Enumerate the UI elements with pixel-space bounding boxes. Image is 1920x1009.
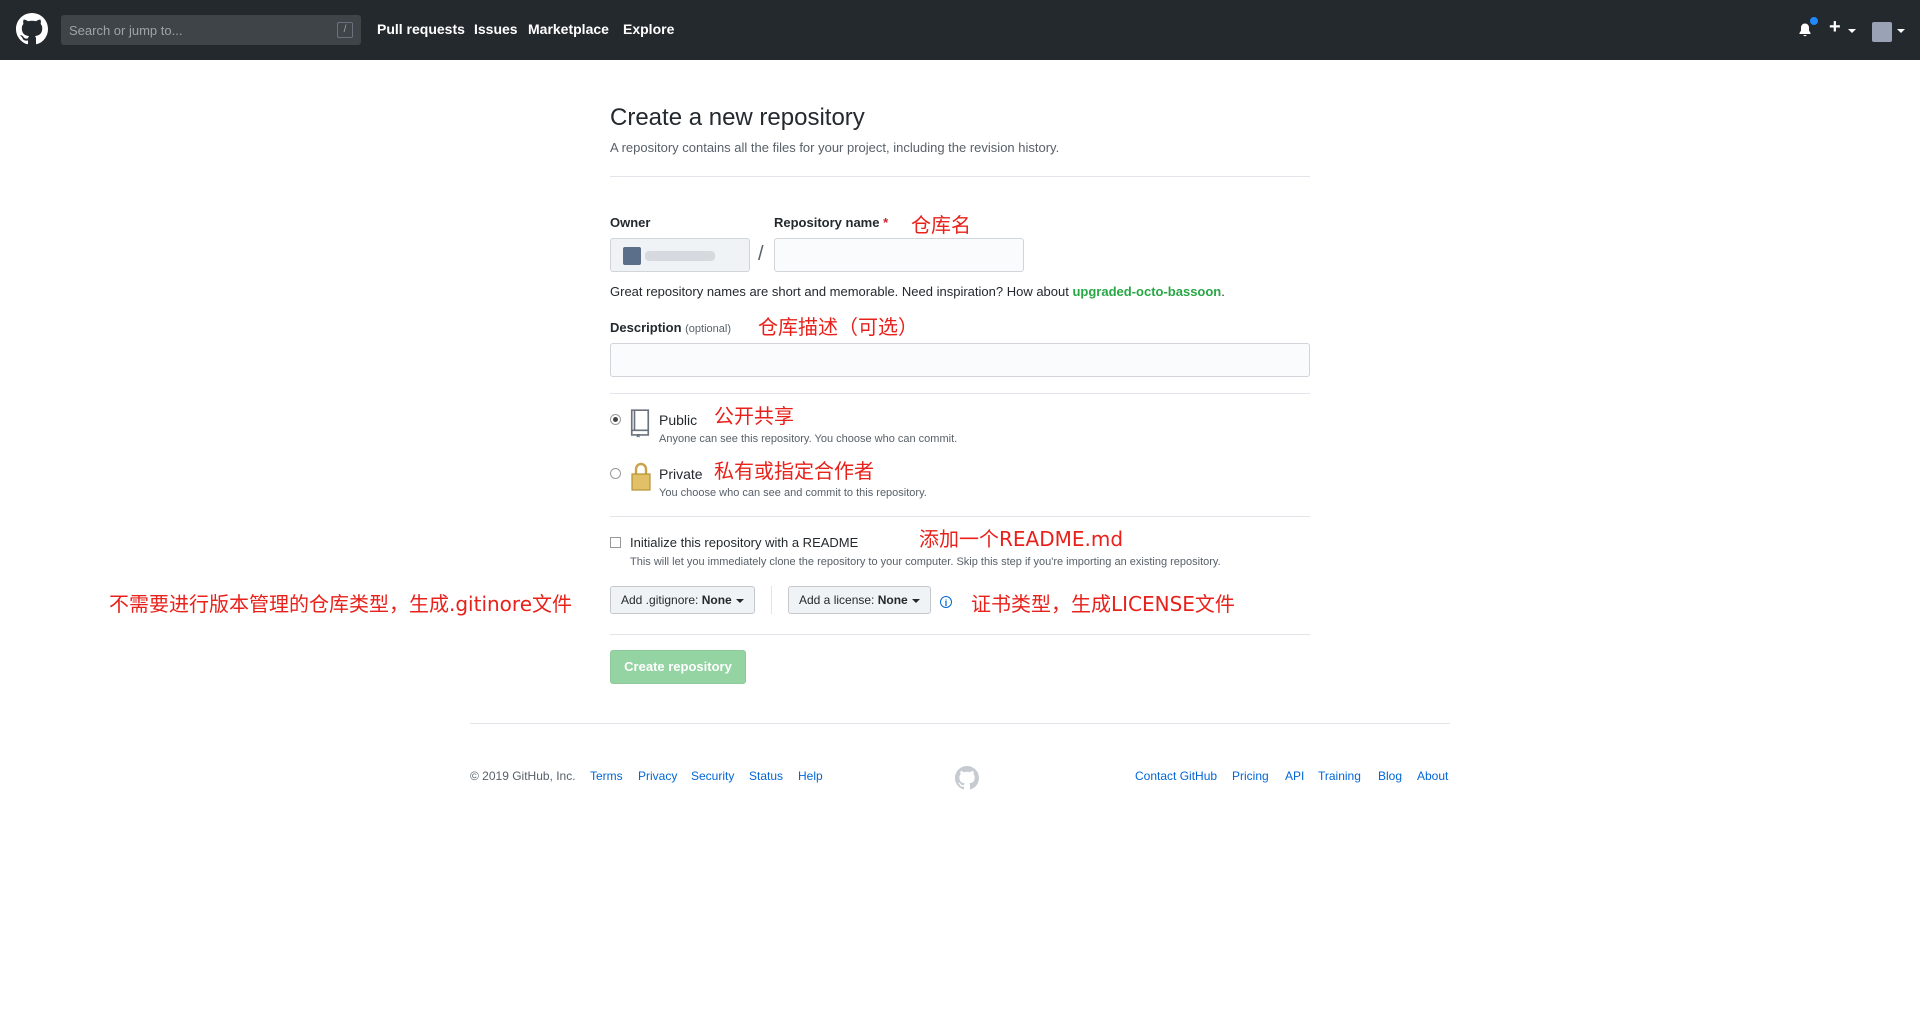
gitignore-value: None <box>701 593 732 607</box>
description-field[interactable] <box>610 343 1310 377</box>
license-dropdown[interactable]: Add a license: None <box>788 586 931 614</box>
footer-link-help[interactable]: Help <box>798 769 823 783</box>
page-subtitle: A repository contains all the files for … <box>610 140 1060 155</box>
private-radio[interactable] <box>610 468 621 479</box>
license-value: None <box>877 593 908 607</box>
readme-checkbox[interactable] <box>610 537 621 548</box>
footer-link-training[interactable]: Training <box>1318 769 1361 783</box>
footer-divider <box>470 723 1450 724</box>
footer-link-security[interactable]: Security <box>691 769 734 783</box>
avatar[interactable] <box>1872 22 1892 42</box>
required-mark: * <box>883 215 889 230</box>
name-hint-suffix: . <box>1221 284 1225 299</box>
description-label: Description (optional) <box>610 320 731 335</box>
readme-label[interactable]: Initialize this repository with a README <box>630 535 858 550</box>
chevron-down-icon <box>911 598 920 603</box>
create-repository-button[interactable]: Create repository <box>610 650 746 684</box>
annotation-repo-name: 仓库名 <box>911 213 971 237</box>
footer-link-api[interactable]: API <box>1285 769 1304 783</box>
search-shortcut-key: / <box>337 22 353 38</box>
optional-tag: (optional) <box>685 323 731 335</box>
github-mark-icon[interactable] <box>955 766 979 790</box>
nav-issues[interactable]: Issues <box>474 21 518 37</box>
repo-book-icon <box>630 409 650 438</box>
owner-select[interactable] <box>610 238 750 272</box>
footer-link-about[interactable]: About <box>1417 769 1448 783</box>
notification-indicator <box>1809 16 1819 26</box>
footer-link-blog[interactable]: Blog <box>1378 769 1402 783</box>
readme-description: This will let you immediately clone the … <box>630 556 1221 568</box>
footer-link-pricing[interactable]: Pricing <box>1232 769 1269 783</box>
divider <box>610 516 1310 517</box>
plus-icon[interactable]: + <box>1829 16 1841 39</box>
private-description: You choose who can see and commit to thi… <box>659 487 927 499</box>
nav-marketplace[interactable]: Marketplace <box>528 21 609 37</box>
footer-link-status[interactable]: Status <box>749 769 783 783</box>
chevron-down-icon <box>735 598 744 603</box>
top-header: / Pull requests Issues Marketplace Explo… <box>0 0 1920 60</box>
footer-link-contact[interactable]: Contact GitHub <box>1135 769 1217 783</box>
owner-name-redacted <box>645 251 715 261</box>
repo-name-label-text: Repository name <box>774 215 880 230</box>
footer-copyright: © 2019 GitHub, Inc. <box>470 769 576 783</box>
annotation-readme: 添加一个README.md <box>919 527 1124 551</box>
annotation-license: 证书类型，生成LICENSE文件 <box>971 592 1235 616</box>
page-title: Create a new repository <box>610 104 865 131</box>
footer-link-terms[interactable]: Terms <box>590 769 623 783</box>
license-prefix: Add a license: <box>799 593 875 607</box>
name-suggestion-link[interactable]: upgraded-octo-bassoon <box>1072 284 1221 299</box>
divider <box>610 393 1310 394</box>
owner-repo-separator: / <box>758 243 764 265</box>
github-logo-icon[interactable] <box>16 13 48 45</box>
lock-icon <box>631 462 651 491</box>
annotation-description: 仓库描述（可选） <box>758 315 918 339</box>
repo-name-label: Repository name * <box>774 215 888 230</box>
annotation-private: 私有或指定合作者 <box>714 459 874 483</box>
nav-pull-requests[interactable]: Pull requests <box>377 21 465 37</box>
dropdown-separator <box>771 586 772 614</box>
public-label[interactable]: Public <box>659 412 697 428</box>
search-box[interactable]: / <box>61 15 361 45</box>
footer-link-privacy[interactable]: Privacy <box>638 769 677 783</box>
repo-name-input[interactable] <box>775 239 1023 271</box>
private-label[interactable]: Private <box>659 466 703 482</box>
search-input[interactable] <box>61 15 329 45</box>
divider <box>610 634 1310 635</box>
nav-explore[interactable]: Explore <box>623 21 674 37</box>
name-hint-text: Great repository names are short and mem… <box>610 284 1073 299</box>
name-hint: Great repository names are short and mem… <box>610 284 1225 299</box>
repo-name-field[interactable] <box>774 238 1024 272</box>
annotation-public: 公开共享 <box>714 404 794 428</box>
plus-caret-icon[interactable] <box>1848 29 1856 33</box>
annotation-gitignore: 不需要进行版本管理的仓库类型，生成.gitinore文件 <box>109 592 573 616</box>
description-input[interactable] <box>611 344 1309 376</box>
public-radio[interactable] <box>610 414 621 425</box>
gitignore-prefix: Add .gitignore: <box>621 593 699 607</box>
public-description: Anyone can see this repository. You choo… <box>659 433 958 445</box>
description-label-text: Description <box>610 320 682 335</box>
gitignore-dropdown[interactable]: Add .gitignore: None <box>610 586 755 614</box>
divider <box>610 176 1310 177</box>
owner-label: Owner <box>610 215 651 230</box>
owner-avatar <box>623 247 641 265</box>
avatar-caret-icon[interactable] <box>1897 29 1905 33</box>
info-icon[interactable]: i <box>940 596 952 608</box>
